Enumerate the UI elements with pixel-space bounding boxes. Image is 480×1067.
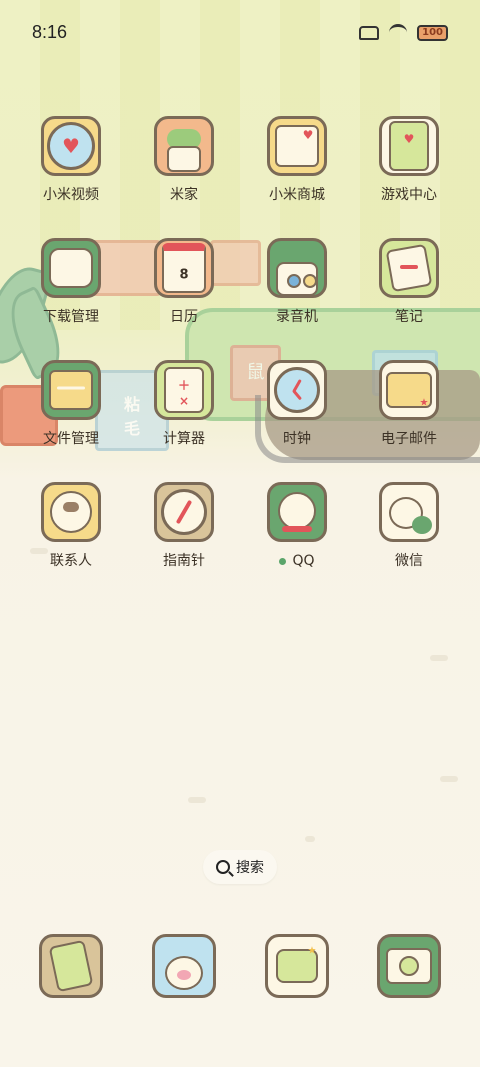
- calendar-icon: 8: [154, 238, 214, 298]
- app-xiaomi-mall[interactable]: ♥ 小米商城: [247, 116, 347, 204]
- qq-icon: [267, 482, 327, 542]
- app-file-manager[interactable]: 文件管理: [21, 360, 121, 448]
- signal-icon: [359, 25, 380, 40]
- mail-icon: ★: [379, 360, 439, 420]
- app-label: 小米视频: [43, 187, 99, 203]
- calculator-icon: ＋ ×: [154, 360, 214, 420]
- notes-icon: [379, 238, 439, 298]
- status-icons: 100: [359, 24, 448, 41]
- phone-icon: [39, 934, 103, 998]
- camera-icon: [377, 934, 441, 998]
- app-label: 电子邮件: [381, 431, 437, 447]
- app-label: 小米商城: [269, 187, 325, 203]
- app-label: 联系人: [50, 553, 92, 569]
- calendar-date: 8: [179, 267, 189, 283]
- wifi-icon: [389, 24, 408, 41]
- app-recorder[interactable]: 录音机: [247, 238, 347, 326]
- mijia-icon: [154, 116, 214, 176]
- app-mijia[interactable]: 米家: [134, 116, 234, 204]
- app-calendar[interactable]: 8 日历: [134, 238, 234, 326]
- app-downloads[interactable]: 下载管理: [21, 238, 121, 326]
- app-label: 米家: [170, 187, 198, 203]
- app-label: 文件管理: [43, 431, 99, 447]
- compass-icon: [154, 482, 214, 542]
- video-icon: ♥: [41, 116, 101, 176]
- app-label: 日历: [170, 309, 198, 325]
- app-qq[interactable]: QQ: [247, 482, 347, 570]
- app-compass[interactable]: 指南针: [134, 482, 234, 570]
- app-label: 指南针: [163, 553, 205, 569]
- wallpaper-dot: [440, 776, 458, 782]
- wallpaper-dot: [430, 655, 448, 661]
- dock-app-messages[interactable]: ★: [247, 934, 347, 998]
- recorder-icon: [267, 238, 327, 298]
- app-label: 录音机: [276, 309, 318, 325]
- app-game-center[interactable]: ♥ 游戏中心: [359, 116, 459, 204]
- app-email[interactable]: ★ 电子邮件: [359, 360, 459, 448]
- wallpaper-dot: [188, 797, 206, 803]
- download-icon: [41, 238, 101, 298]
- search-label: 搜索: [236, 860, 264, 876]
- app-label: 游戏中心: [381, 187, 437, 203]
- app-label: 计算器: [163, 431, 205, 447]
- app-notes[interactable]: 笔记: [359, 238, 459, 326]
- dock-app-camera[interactable]: [359, 934, 459, 998]
- status-time: 8:16: [32, 22, 68, 42]
- wechat-icon: [379, 482, 439, 542]
- app-contacts[interactable]: 联系人: [21, 482, 121, 570]
- gamepad-icon: ♥: [379, 116, 439, 176]
- wallpaper-dot: [305, 836, 315, 842]
- clock-icon: [267, 360, 327, 420]
- app-label: 微信: [395, 553, 423, 569]
- paw-icon: [152, 934, 216, 998]
- dock-app-browser[interactable]: [134, 934, 234, 998]
- search-pill[interactable]: 搜索: [203, 850, 277, 884]
- shopping-bag-icon: ♥: [267, 116, 327, 176]
- battery-icon: 100: [417, 24, 448, 41]
- new-install-dot: [279, 557, 287, 565]
- app-wechat[interactable]: 微信: [359, 482, 459, 570]
- app-label: 笔记: [395, 309, 423, 325]
- app-label: 下载管理: [43, 309, 99, 325]
- app-xiaomi-video[interactable]: ♥ 小米视频: [21, 116, 121, 204]
- folder-icon: [41, 360, 101, 420]
- app-label: 时钟: [283, 431, 311, 447]
- app-calculator[interactable]: ＋ × 计算器: [134, 360, 234, 448]
- app-label-text: QQ: [292, 553, 315, 569]
- message-icon: ★: [265, 934, 329, 998]
- contacts-icon: [41, 482, 101, 542]
- app-label: QQ: [247, 552, 347, 570]
- app-clock[interactable]: 时钟: [247, 360, 347, 448]
- search-icon: [216, 860, 230, 874]
- dock-app-phone[interactable]: [21, 934, 121, 998]
